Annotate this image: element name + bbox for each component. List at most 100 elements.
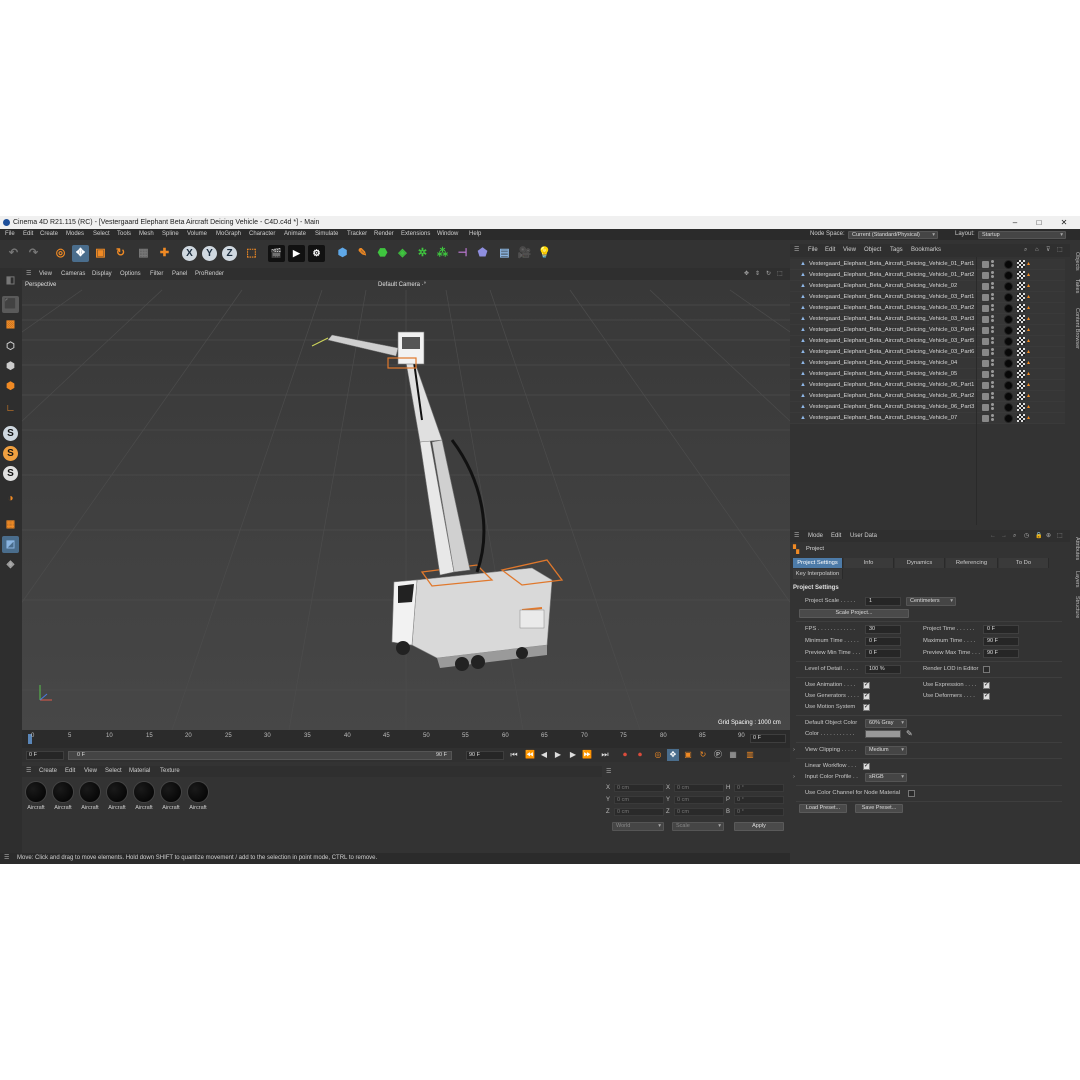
object-menu-view[interactable]: View: [843, 244, 856, 257]
key-scale-icon[interactable]: ▣: [682, 749, 694, 761]
attribute-history-icon[interactable]: ◷: [1024, 530, 1029, 542]
view-clipping-dropdown[interactable]: Medium: [865, 746, 907, 755]
next-frame-icon[interactable]: ▶: [567, 749, 579, 761]
side-tab-content-browser[interactable]: Content Browser: [1069, 298, 1080, 358]
layout-dropdown[interactable]: Startup: [978, 230, 1066, 239]
material-tag-icon[interactable]: [1004, 337, 1013, 346]
object-menu-tags[interactable]: Tags: [890, 244, 903, 257]
uvw-tag-icon[interactable]: ▴: [1027, 403, 1034, 411]
scale-project-button[interactable]: Scale Project...: [799, 609, 909, 618]
cube-object-icon[interactable]: ⬢: [334, 245, 351, 262]
material-menu-select[interactable]: Select: [105, 766, 122, 777]
go-to-end-icon[interactable]: ⏭: [599, 749, 611, 761]
material-tag-icon[interactable]: [1004, 304, 1013, 313]
material-menu-view[interactable]: View: [84, 766, 97, 777]
default-object-color-dropdown[interactable]: 60% Gray: [865, 719, 907, 728]
solo-icon[interactable]: ◈: [2, 556, 19, 573]
uvw-tag-icon[interactable]: ▴: [1027, 315, 1034, 323]
menu-volume[interactable]: Volume: [187, 229, 207, 240]
project-scale-unit-dropdown[interactable]: Centimeters: [906, 597, 956, 606]
object-row[interactable]: ▲ Vestergaard_Elephant_Beta_Aircraft_Deic…: [790, 303, 1065, 314]
object-menu-object[interactable]: Object: [864, 244, 881, 257]
pos-y-field[interactable]: 0 cm: [614, 796, 664, 804]
material-menu-edit[interactable]: Edit: [65, 766, 75, 777]
coordinate-mode-dropdown[interactable]: World: [612, 822, 664, 831]
object-row[interactable]: ▲ Vestergaard_Elephant_Beta_Aircraft_Deic…: [790, 336, 1065, 347]
frame-range-slider[interactable]: 0 F 90 F: [68, 751, 452, 760]
material-item[interactable]: Aircraft: [78, 780, 102, 813]
visibility-dots-icon[interactable]: [991, 392, 995, 401]
object-search-icon[interactable]: ⌕: [1024, 244, 1027, 257]
model-mode-icon[interactable]: ⬛: [2, 296, 19, 313]
visibility-dots-icon[interactable]: [991, 293, 995, 302]
material-item[interactable]: Aircraft: [105, 780, 129, 813]
rotate-tool-icon[interactable]: ↻: [112, 245, 129, 262]
record-icon[interactable]: ⏺: [619, 749, 631, 761]
save-preset-button[interactable]: Save Preset...: [855, 804, 903, 813]
uvw-tag-icon[interactable]: ▴: [1027, 304, 1034, 312]
color-swatch[interactable]: [865, 730, 901, 738]
previous-frame-icon[interactable]: ◀: [538, 749, 550, 761]
array-generator-icon[interactable]: ◈: [394, 245, 411, 262]
material-tag-icon[interactable]: [1004, 370, 1013, 379]
rot-h-field[interactable]: 0 °: [734, 784, 784, 792]
object-row[interactable]: ▲ Vestergaard_Elephant_Beta_Aircraft_Deic…: [790, 281, 1065, 292]
maximize-button[interactable]: □: [1033, 216, 1045, 229]
input-color-expand-icon[interactable]: ›: [793, 774, 795, 780]
column-divider[interactable]: [976, 257, 977, 525]
viewport-zoom-icon[interactable]: ⇕: [755, 268, 760, 280]
viewport-menu-panel[interactable]: Panel: [172, 268, 187, 280]
object-row[interactable]: ▲ Vestergaard_Elephant_Beta_Aircraft_Deic…: [790, 380, 1065, 391]
attribute-menu-edit[interactable]: Edit: [831, 530, 841, 542]
texture-mode-icon[interactable]: ▩: [2, 316, 19, 333]
viewport-menu-cameras[interactable]: Cameras: [61, 268, 85, 280]
axis-mode-icon[interactable]: ∟: [2, 400, 19, 417]
attribute-new-window-icon[interactable]: ⬚: [1057, 530, 1063, 542]
viewport-menu-display[interactable]: Display: [92, 268, 112, 280]
keyframe-selection-icon[interactable]: ◎: [652, 749, 664, 761]
pos-z-field[interactable]: 0 cm: [614, 808, 664, 816]
node-space-dropdown[interactable]: Current (Standard/Physical): [848, 230, 938, 239]
menu-animate[interactable]: Animate: [284, 229, 306, 240]
attribute-menu-user-data[interactable]: User Data: [850, 530, 877, 542]
visibility-dots-icon[interactable]: [991, 326, 995, 335]
texture-tag-icon[interactable]: [1017, 260, 1025, 268]
viewport-maximize-icon[interactable]: ⬚: [777, 268, 783, 280]
tab-key-interpolation[interactable]: Key Interpolation: [793, 569, 843, 579]
texture-tag-icon[interactable]: [1017, 271, 1025, 279]
texture-tag-icon[interactable]: [1017, 315, 1025, 323]
material-menu-icon[interactable]: ☰: [26, 766, 31, 777]
object-new-window-icon[interactable]: ⬚: [1057, 244, 1063, 257]
material-menu-material[interactable]: Material: [129, 766, 150, 777]
scale-tool-icon[interactable]: ▣: [92, 245, 109, 262]
render-settings-icon[interactable]: ⚙: [308, 245, 325, 262]
menu-mesh[interactable]: Mesh: [139, 229, 154, 240]
uvw-tag-icon[interactable]: ▴: [1027, 381, 1034, 389]
close-button[interactable]: ✕: [1058, 216, 1070, 229]
texture-tag-icon[interactable]: [1017, 326, 1025, 334]
texture-tag-icon[interactable]: [1017, 282, 1025, 290]
object-row[interactable]: ▲ Vestergaard_Elephant_Beta_Aircraft_Deic…: [790, 270, 1065, 281]
mograph-cloner-icon[interactable]: ✲: [414, 245, 431, 262]
use-expression-checkbox[interactable]: ✓: [983, 682, 990, 689]
object-filter-icon[interactable]: ⊽: [1046, 244, 1050, 257]
eyedropper-icon[interactable]: ✎: [906, 729, 913, 738]
menu-edit[interactable]: Edit: [23, 229, 33, 240]
pen-spline-icon[interactable]: ✎: [354, 245, 371, 262]
material-tag-icon[interactable]: [1004, 271, 1013, 280]
visibility-dots-icon[interactable]: [991, 414, 995, 423]
play-icon[interactable]: ▶: [552, 749, 564, 761]
texture-tag-icon[interactable]: [1017, 392, 1025, 400]
edges-mode-icon[interactable]: ⬢: [2, 358, 19, 375]
object-row[interactable]: ▲ Vestergaard_Elephant_Beta_Aircraft_Deic…: [790, 413, 1065, 424]
size-z-field[interactable]: 0 cm: [674, 808, 724, 816]
key-rotation-icon[interactable]: ↻: [697, 749, 709, 761]
object-menu-file[interactable]: File: [808, 244, 818, 257]
y-axis-lock-icon[interactable]: Y: [202, 246, 217, 261]
menu-file[interactable]: File: [5, 229, 15, 240]
texture-tag-icon[interactable]: [1017, 337, 1025, 345]
visibility-dots-icon[interactable]: [991, 315, 995, 324]
render-picture-viewer-icon[interactable]: ▶: [288, 245, 305, 262]
object-row[interactable]: ▲ Vestergaard_Elephant_Beta_Aircraft_Deic…: [790, 369, 1065, 380]
undo-icon[interactable]: ↶: [5, 245, 22, 262]
